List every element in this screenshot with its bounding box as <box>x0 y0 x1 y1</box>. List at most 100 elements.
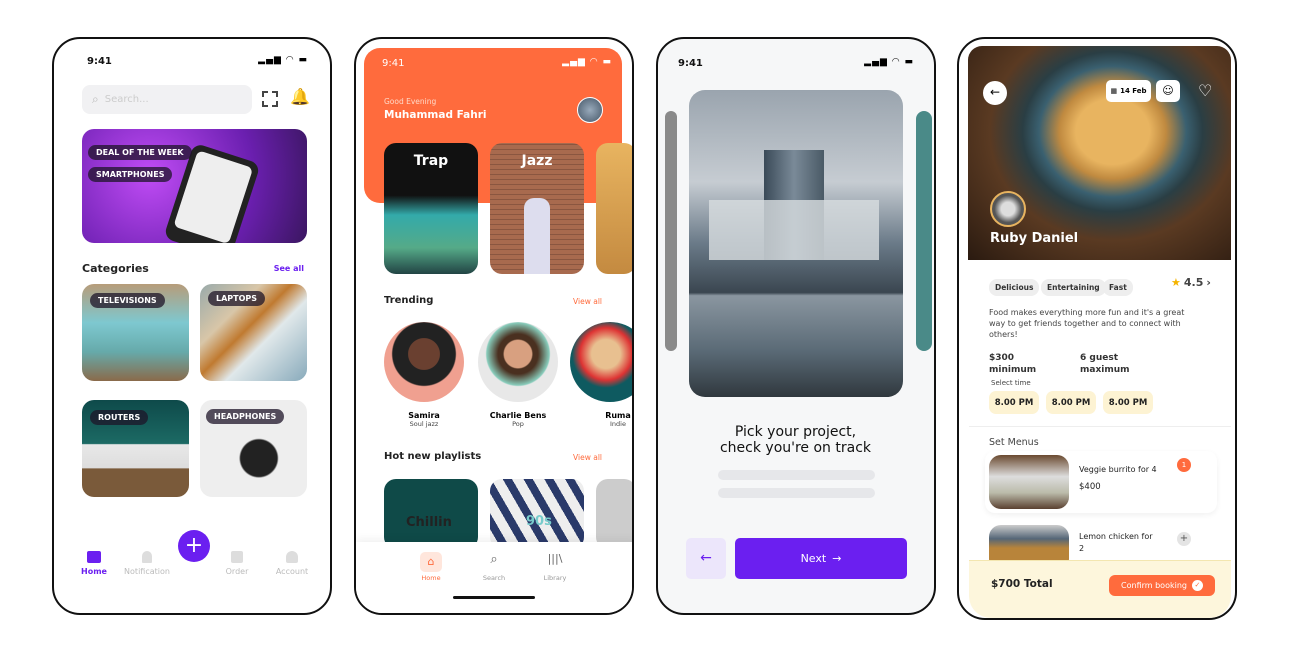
next-button[interactable]: Next → <box>735 538 907 579</box>
max-guests: 6 guest <box>1080 353 1119 363</box>
placeholder-bar <box>718 488 875 498</box>
date-button[interactable]: ▦ 14 Feb <box>1106 80 1151 102</box>
calendar-icon: ▦ <box>1110 87 1118 95</box>
qr-code-icon[interactable] <box>262 91 278 107</box>
category-label: HEADPHONES <box>206 409 285 424</box>
menu-image <box>989 455 1069 509</box>
deal-banner[interactable]: DEAL OF THE WEEK SMARTPHONES <box>82 129 307 243</box>
category-label: TELEVISIONS <box>90 293 165 308</box>
time-option[interactable]: 8.00 PM <box>1103 391 1153 414</box>
artist-avatar[interactable] <box>384 322 464 402</box>
avatar[interactable] <box>577 97 603 123</box>
project-image <box>689 90 903 397</box>
host-name: Ruby Daniel <box>990 231 1079 246</box>
status-icons: ▂▄▆ ◠ ▬ <box>562 57 612 67</box>
hero-image <box>968 46 1231 260</box>
nav-notification[interactable]: Notification <box>117 551 177 576</box>
playlist-card[interactable]: Chillin <box>384 479 478 549</box>
nav-label: Account <box>275 567 309 576</box>
placeholder-bar <box>718 470 875 480</box>
nav-label: Order <box>225 567 249 576</box>
next-card-peek[interactable] <box>916 111 932 351</box>
title-line: check you're on track <box>719 440 872 456</box>
menu-price: $400 <box>1079 482 1101 492</box>
tag: Entertaining <box>1041 279 1106 296</box>
see-all-link[interactable]: See all <box>274 264 304 273</box>
confirm-booking-button[interactable]: Confirm booking ✓ <box>1109 575 1215 596</box>
host-avatar <box>990 191 1026 227</box>
rating[interactable]: ★ 4.5 › <box>1171 276 1211 289</box>
time-option[interactable]: 8.00 PM <box>989 391 1039 414</box>
playlists-title: Hot new playlists <box>384 451 482 462</box>
playlist-label: 90s <box>526 514 552 529</box>
menu-name: Lemon chicken for 2 <box>1079 532 1153 553</box>
check-circle-icon: ✓ <box>1191 580 1203 591</box>
status-icons: ▂▄▆ ◠ ▬ <box>258 55 308 65</box>
view-all-link[interactable]: View all <box>573 297 602 306</box>
back-button[interactable]: ← <box>983 81 1007 105</box>
playlist-label: Chillin <box>406 515 452 530</box>
nav-label: Notification <box>124 567 170 576</box>
nav-home[interactable]: Home <box>64 551 124 576</box>
chevron-right-icon: › <box>1206 276 1211 289</box>
back-button[interactable]: ← <box>686 538 726 579</box>
search-icon: ⌕ <box>490 552 498 567</box>
nav-search[interactable]: ⌕ Search <box>474 552 514 582</box>
greeting: Good Evening <box>384 97 437 106</box>
status-time: 9:41 <box>382 58 405 69</box>
menu-item[interactable]: Veggie burrito for 4 $400 1 <box>985 451 1217 513</box>
status-icons: ▂▄▆ ◠ ▬ <box>864 57 914 67</box>
nav-order[interactable]: Order <box>207 551 267 576</box>
artist-name: Charlie Bens <box>489 411 547 420</box>
store-icon <box>87 551 101 563</box>
nav-label: Library <box>543 574 567 582</box>
nav-label: Home <box>81 567 107 576</box>
min-price: $300 <box>989 353 1015 363</box>
add-icon[interactable]: + <box>1177 532 1191 546</box>
project-phone: 9:41 ▂▄▆ ◠ ▬ Pick your project, check you… <box>656 37 936 615</box>
description: Food makes everything more fun and it's … <box>989 308 1185 339</box>
genre-label: Jazz <box>521 153 553 169</box>
heart-icon[interactable]: ♡ <box>1198 81 1212 100</box>
title-line: Pick your project, <box>734 424 857 440</box>
arrow-left-icon: ← <box>989 85 1001 99</box>
arrow-right-icon: → <box>832 552 842 565</box>
category-card[interactable]: LAPTOPS <box>200 284 307 381</box>
artist-avatar[interactable] <box>570 322 632 402</box>
menu-name: Veggie burrito for 4 <box>1079 465 1157 474</box>
artist-avatar[interactable] <box>478 322 558 402</box>
genre-card-jazz[interactable]: Jazz <box>490 143 584 274</box>
nav-home[interactable]: ⌂ Home <box>411 552 451 582</box>
search-input[interactable]: ⌕ Search... <box>82 85 252 114</box>
category-card[interactable]: TELEVISIONS <box>82 284 189 381</box>
genre-card-trap[interactable]: Trap <box>384 143 478 274</box>
time-option[interactable]: 8.00 PM <box>1046 391 1096 414</box>
genre-card[interactable] <box>596 143 632 274</box>
arrow-left-icon: ← <box>700 550 712 566</box>
view-all-link[interactable]: View all <box>573 453 602 462</box>
nav-label: Home <box>421 574 441 582</box>
tag: Fast <box>1103 279 1133 296</box>
artist-genre: Pop <box>512 420 524 428</box>
categories-title: Categories <box>82 262 149 275</box>
prev-card-peek[interactable] <box>665 111 677 351</box>
star-icon: ★ <box>1171 276 1181 289</box>
min-label: minimum <box>989 365 1037 375</box>
tag: Delicious <box>989 279 1040 296</box>
playlist-card[interactable] <box>596 479 632 549</box>
music-phone: 9:41 ▂▄▆ ◠ ▬ Good Evening Muhammad Fahri… <box>354 37 634 615</box>
total-price: $700 Total <box>991 578 1053 590</box>
guests-button[interactable]: ☺ <box>1156 80 1180 102</box>
genre-label: Trap <box>413 153 449 169</box>
nav-account[interactable]: Account <box>262 551 322 576</box>
status-time: 9:41 <box>678 58 703 69</box>
nav-library[interactable]: |||\ Library <box>535 552 575 582</box>
food-phone: ← ▦ 14 Feb ☺ ♡ Ruby Daniel Delicious Ente… <box>957 37 1237 620</box>
next-label: Next <box>800 552 827 565</box>
add-button[interactable]: + <box>178 530 210 562</box>
bell-icon[interactable]: 🔔 <box>290 87 310 106</box>
category-card[interactable]: HEADPHONES <box>200 400 307 497</box>
booking-footer: $700 Total Confirm booking ✓ <box>969 560 1231 618</box>
category-card[interactable]: ROUTERS <box>82 400 189 497</box>
playlist-card[interactable]: 90s <box>490 479 584 549</box>
